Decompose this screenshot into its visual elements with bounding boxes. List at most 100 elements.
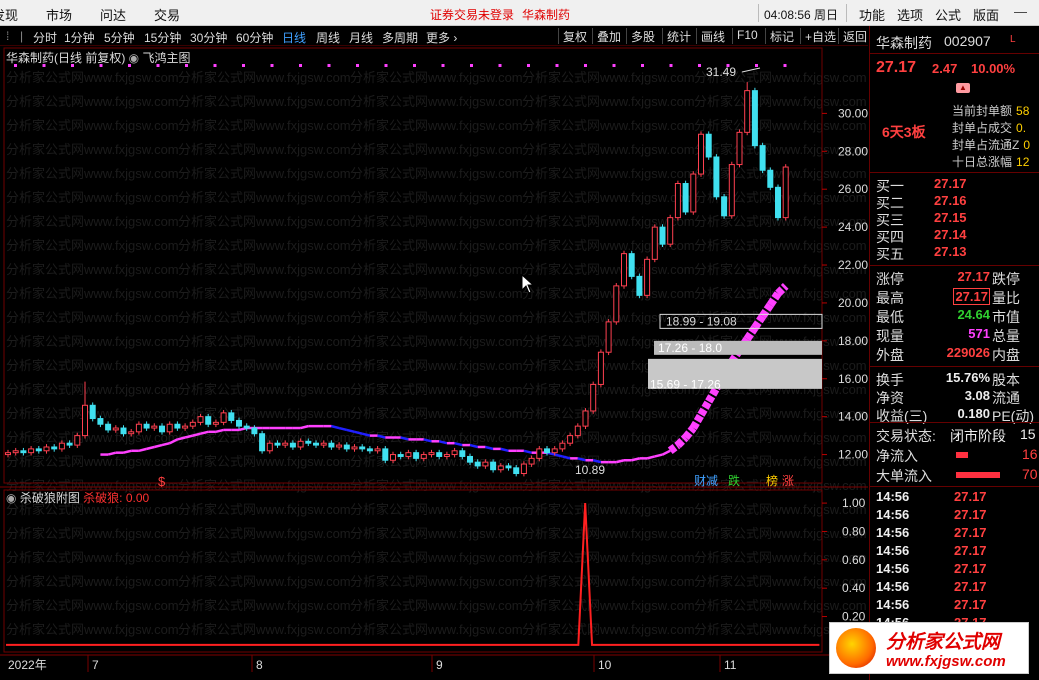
multi-stock-button[interactable]: 多股 xyxy=(626,28,655,44)
tick-time: 14:56 xyxy=(876,507,910,522)
indicator-name[interactable]: 飞鸿主图 xyxy=(142,51,190,65)
overlay-button[interactable]: 叠加 xyxy=(592,28,621,44)
tab-period-more[interactable]: 更多 › xyxy=(426,29,457,46)
indicator-menu-icon[interactable]: ◉ xyxy=(129,51,143,65)
candle-body xyxy=(459,450,466,457)
tab-period-day[interactable]: 日线 xyxy=(282,29,306,46)
y-tick-label: 26.00 xyxy=(838,182,868,196)
watermark-text: 分析家公式网www.fxjgsw.com xyxy=(6,358,179,373)
tick-price: 27.17 xyxy=(954,525,987,540)
signal-dot xyxy=(270,64,274,67)
candle-body xyxy=(51,446,58,450)
signal-dot xyxy=(356,64,359,67)
logo-url: www.fxjgsw.com xyxy=(886,653,1006,670)
stat2-value: 3.08 xyxy=(964,388,990,403)
mark-button[interactable]: 标记 xyxy=(765,28,794,44)
tick-row[interactable]: 14:56 27.17 xyxy=(876,561,1039,579)
tab-period-60m[interactable]: 60分钟 xyxy=(236,29,273,46)
draw-line-button[interactable]: 画线 xyxy=(696,28,725,44)
y-tick-label: 28.00 xyxy=(838,144,868,158)
watermark-text: 分析家公式网www.fxjgsw.com xyxy=(694,598,867,613)
tab-period-multi[interactable]: 多周期 xyxy=(382,29,418,46)
feihong-seg xyxy=(146,445,155,451)
candle-body xyxy=(220,412,227,423)
watermark-text: 分析家公式网www.fxjgsw.com xyxy=(178,454,351,469)
tab-period-1m[interactable]: 1分钟 xyxy=(64,29,95,46)
candle-body xyxy=(551,448,558,454)
watermark-text: 分析家公式网www.fxjgsw.com xyxy=(350,70,523,85)
menu-ask[interactable]: 问达 xyxy=(100,5,126,24)
candle-body xyxy=(613,285,620,323)
tab-period-30m[interactable]: 30分钟 xyxy=(190,29,227,46)
y-tick-label: 16.00 xyxy=(838,372,868,386)
toolbar-grip-icon[interactable]: ⁞ xyxy=(6,29,9,43)
login-warning[interactable]: 证券交易未登录 xyxy=(430,6,514,23)
bigflow-bar xyxy=(956,472,1000,478)
candle-body xyxy=(259,433,266,452)
tab-period-5m[interactable]: 5分钟 xyxy=(104,29,135,46)
signal-dot xyxy=(698,64,701,67)
tick-row[interactable]: 14:56 27.17 xyxy=(876,489,1039,507)
bid-row[interactable]: 买五 27.13 xyxy=(876,244,1039,262)
tick-row[interactable]: 14:56 27.17 xyxy=(876,579,1039,597)
candle-body xyxy=(621,253,627,287)
watermark-text: 分析家公式网www.fxjgsw.com xyxy=(178,118,351,133)
tick-row[interactable]: 14:56 27.17 xyxy=(876,507,1039,525)
stat2-row: 换手 15.76% 股本 xyxy=(876,370,1039,388)
sub-legend[interactable]: ◉ 杀破狼附图 杀破狼: 0.00 xyxy=(6,489,149,506)
candle-body xyxy=(74,435,81,446)
watermark-text: 分析家公式网www.fxjgsw.com xyxy=(6,142,179,157)
stat-label: 最高 xyxy=(876,290,904,306)
watermark-text: 分析家公式网www.fxjgsw.com xyxy=(6,382,179,397)
sub-indicator-name[interactable]: 杀破狼附图 xyxy=(20,491,80,505)
candle-body xyxy=(336,444,343,448)
bid-row[interactable]: 买四 27.14 xyxy=(876,227,1039,245)
tab-period-week[interactable]: 周线 xyxy=(316,29,340,46)
stats-button[interactable]: 统计 xyxy=(662,28,691,44)
sub-menu-icon[interactable]: ◉ xyxy=(6,491,20,505)
band-1-label: 18.99 - 19.08 xyxy=(666,314,737,328)
minimize-icon[interactable]: — xyxy=(1014,4,1027,19)
feihong-seg xyxy=(123,449,132,454)
add-watchlist-button[interactable]: +自选 xyxy=(800,28,836,44)
tick-row[interactable]: 14:56 27.17 xyxy=(876,597,1039,615)
watermark-text: 分析家公式网www.fxjgsw.com xyxy=(6,622,179,637)
menu-discover[interactable]: 发现 xyxy=(0,5,18,24)
signal-die: 跌 xyxy=(728,473,740,488)
stock-mark: L xyxy=(1010,34,1016,45)
tab-period-month[interactable]: 月线 xyxy=(349,29,373,46)
tab-period-tick[interactable]: 分时 xyxy=(33,29,57,46)
candle-body xyxy=(713,156,720,198)
watermark-text: 分析家公式网www.fxjgsw.com xyxy=(350,214,523,229)
menu-options[interactable]: 选项 xyxy=(897,5,923,24)
bid-row[interactable]: 买三 27.15 xyxy=(876,210,1039,228)
bigflow-row: 大单流入 70 xyxy=(876,466,1039,484)
candle-body xyxy=(544,448,550,454)
tab-period-15m[interactable]: 15分钟 xyxy=(144,29,181,46)
trade-state-row: 交易状态: 闭市阶段 15 xyxy=(876,426,1039,444)
restore-right-button[interactable]: 复权 xyxy=(558,28,587,44)
warn-stock[interactable]: 华森制药 xyxy=(522,6,570,23)
menu-formula[interactable]: 公式 xyxy=(935,5,961,24)
tick-row[interactable]: 14:56 27.17 xyxy=(876,525,1039,543)
f10-button[interactable]: F10 xyxy=(732,28,758,44)
candle-body xyxy=(197,416,204,423)
bid-row[interactable]: 买一 27.17 xyxy=(876,176,1039,194)
watermark-text: 分析家公式网www.fxjgsw.com xyxy=(178,622,351,637)
expand-up-icon[interactable]: ▲ xyxy=(956,83,970,93)
watermark-text: 分析家公式网www.fxjgsw.com xyxy=(6,286,179,301)
kline-chart[interactable]: 分析家公式网www.fxjgsw.com 分析家公式网www.fxjgsw.com… xyxy=(0,46,868,680)
back-button[interactable]: 返回 xyxy=(838,28,867,44)
watermark-text: 分析家公式网www.fxjgsw.com xyxy=(350,598,523,613)
tick-row[interactable]: 14:56 27.17 xyxy=(876,543,1039,561)
bid-row[interactable]: 买二 27.16 xyxy=(876,193,1039,211)
main-legend[interactable]: 华森制药(日线 前复权) ◉ 飞鸿主图 xyxy=(6,49,191,66)
menu-function[interactable]: 功能 xyxy=(859,5,885,24)
candle-body xyxy=(58,442,65,450)
menu-market[interactable]: 市场 xyxy=(46,5,72,24)
watermark-text: 分析家公式网www.fxjgsw.com xyxy=(522,190,695,205)
menu-trade[interactable]: 交易 xyxy=(154,5,180,24)
menu-layout[interactable]: 版面 xyxy=(973,5,999,24)
watermark-text: 分析家公式网www.fxjgsw.com xyxy=(6,334,179,349)
watermark-text: 分析家公式网www.fxjgsw.com xyxy=(6,598,179,613)
